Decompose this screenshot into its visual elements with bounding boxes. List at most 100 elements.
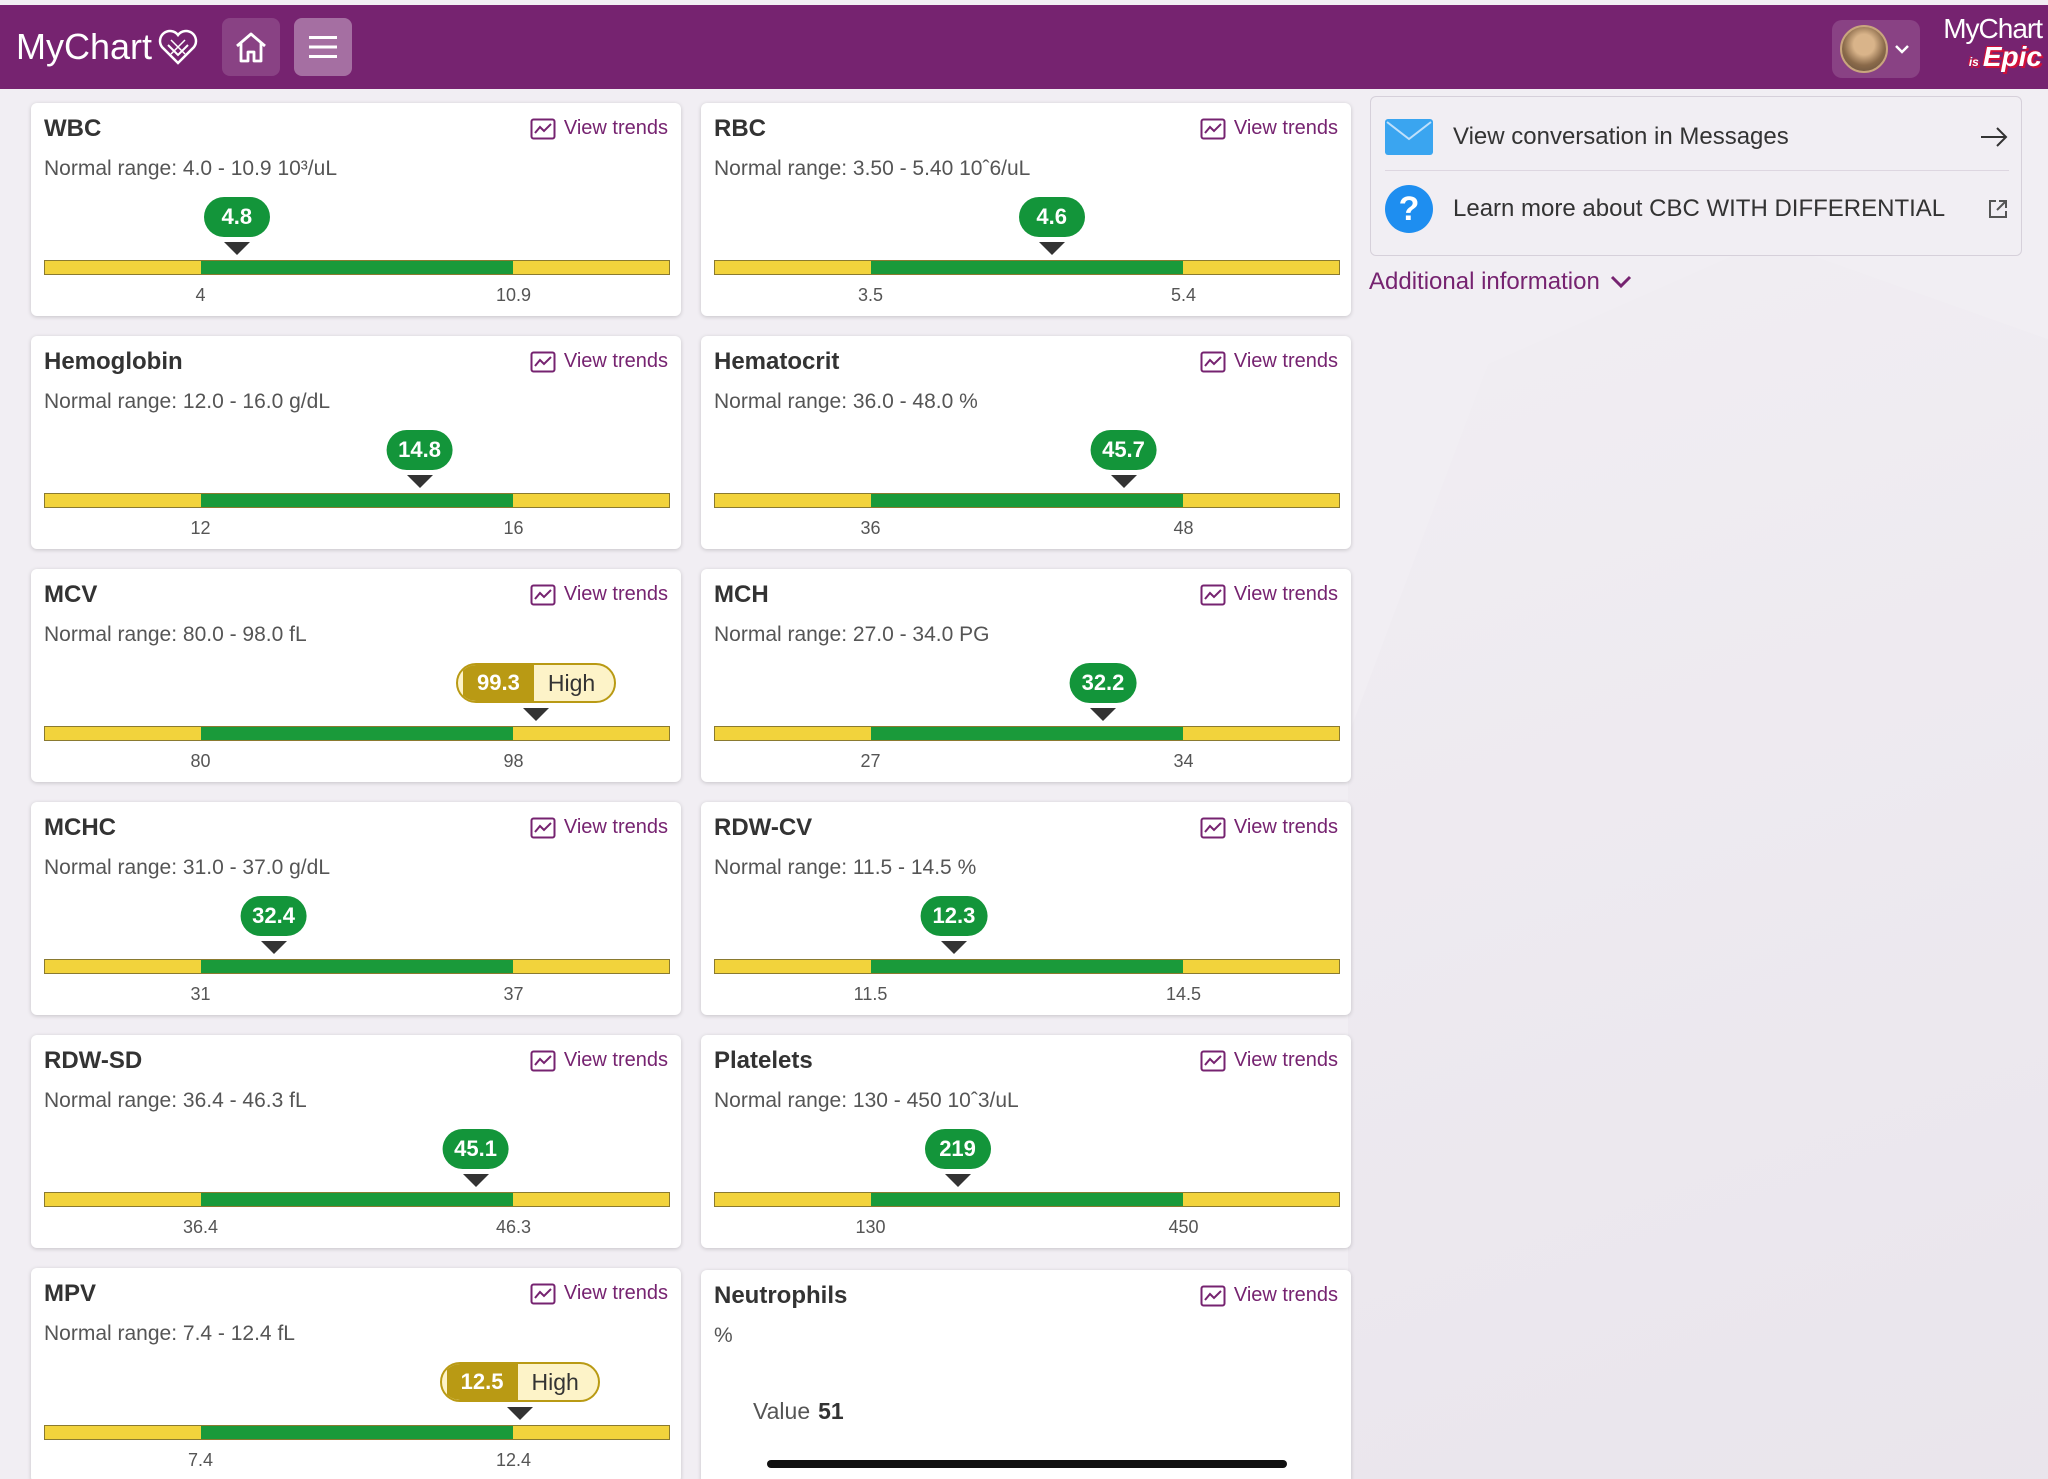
additional-information-toggle[interactable]: Additional information [1369, 268, 1632, 296]
menu-button[interactable] [294, 18, 352, 76]
learn-more-link[interactable]: ? Learn more about CBC WITH DIFFERENTIAL [1385, 175, 2009, 243]
view-trends-link[interactable]: View trends [530, 350, 668, 373]
result-title: RDW-SD [44, 1047, 143, 1074]
value-number: 51 [818, 1398, 844, 1424]
view-trends-link[interactable]: View trends [530, 1282, 668, 1305]
chevron-down-icon [1895, 45, 1909, 54]
epic-logo-line1: MyChart [1943, 13, 2043, 44]
epic-logo-is: is [1968, 55, 1979, 69]
trend-chart-icon [1200, 1285, 1226, 1306]
range-bar-low-segment [715, 261, 871, 274]
abnormal-flag: High [531, 1368, 579, 1395]
learn-more-label: Learn more about CBC WITH DIFFERENTIAL [1453, 195, 1946, 222]
normal-range: Normal range: 7.4 - 12.4 fL [44, 1322, 295, 1345]
normal-range: Normal range: 12.0 - 16.0 g/dL [44, 390, 331, 413]
value-marker-arrow [462, 1174, 489, 1187]
result-card-mchc: MCHC View trends Normal range: 31.0 - 37… [31, 802, 681, 1015]
trend-chart-icon [530, 1050, 556, 1071]
view-trends-link[interactable]: View trends [1200, 350, 1338, 373]
account-menu-button[interactable] [1832, 20, 1920, 78]
range-bar-high-segment [1183, 1193, 1339, 1206]
normal-range: Normal range: 3.50 - 5.40 10ˆ6/uL [714, 157, 1031, 180]
result-value-line: Value 51 [753, 1398, 844, 1425]
range-high-tick: 46.3 [495, 1217, 532, 1237]
view-trends-link[interactable]: View trends [530, 1049, 668, 1072]
range-bar-low-segment [45, 727, 201, 740]
home-button[interactable] [222, 18, 280, 76]
result-value-pill: 45.1 [442, 1129, 509, 1169]
range-bar-high-segment [1183, 494, 1339, 507]
range-bar [44, 260, 670, 275]
view-trends-label: View trends [563, 583, 668, 605]
background-decoration [1348, 240, 2048, 1479]
range-high-tick: 5.4 [1170, 285, 1197, 305]
range-bar-high-segment [1183, 727, 1339, 740]
value-marker-arrow [506, 1407, 533, 1420]
range-low-tick: 4 [195, 285, 206, 305]
range-bar [44, 493, 670, 508]
result-value-pill-abnormal: 99.3 High [456, 663, 617, 703]
range-bar-normal-segment [201, 727, 513, 740]
range-bar-low-segment [715, 494, 871, 507]
range-bar-high-segment [513, 261, 669, 274]
result-unit: % [714, 1324, 733, 1347]
view-trends-label: View trends [563, 1282, 668, 1304]
range-high-tick: 14.5 [1165, 984, 1202, 1004]
arrow-right-icon [1981, 126, 2008, 147]
view-trends-link[interactable]: View trends [1200, 1284, 1338, 1307]
result-card-rdw-sd: RDW-SD View trends Normal range: 36.4 - … [31, 1035, 681, 1248]
range-bar [714, 493, 1340, 508]
view-trends-label: View trends [1233, 1284, 1338, 1306]
normal-range: Normal range: 36.4 - 46.3 fL [44, 1089, 307, 1112]
normal-range: Normal range: 31.0 - 37.0 g/dL [44, 856, 331, 879]
value-marker-arrow [940, 941, 967, 954]
result-title: WBC [44, 115, 102, 142]
range-bar-normal-segment [871, 494, 1183, 507]
mychart-logo[interactable]: MyChart [16, 25, 200, 69]
normal-range: Normal range: 27.0 - 34.0 PG [714, 623, 990, 646]
trend-chart-icon [530, 817, 556, 838]
chevron-down-icon [1610, 275, 1631, 289]
normal-range: Normal range: 11.5 - 14.5 % [714, 856, 977, 879]
result-title: MCV [44, 581, 98, 608]
abnormal-flag: High [547, 669, 596, 696]
range-bar-low-segment [45, 261, 201, 274]
view-trends-link[interactable]: View trends [1200, 816, 1338, 839]
value-marker-arrow [1038, 242, 1065, 255]
range-high-tick: 48 [1173, 518, 1194, 538]
result-value-pill: 219 [924, 1129, 991, 1169]
range-high-tick: 12.4 [495, 1450, 532, 1470]
result-title: RBC [714, 115, 766, 142]
trend-chart-icon [1200, 118, 1226, 139]
result-title: MCH [714, 581, 769, 608]
range-bar-normal-segment [871, 261, 1183, 274]
view-trends-label: View trends [1233, 117, 1338, 139]
range-high-tick: 98 [503, 751, 524, 771]
view-trends-link[interactable]: View trends [1200, 583, 1338, 606]
range-bar [714, 1192, 1340, 1207]
normal-range: Normal range: 36.0 - 48.0 % [714, 390, 978, 413]
messages-label: View conversation in Messages [1453, 122, 1789, 150]
result-card-mpv: MPV View trends Normal range: 7.4 - 12.4… [31, 1268, 681, 1479]
view-trends-link[interactable]: View trends [530, 583, 668, 606]
result-title: RDW-CV [714, 814, 813, 841]
range-bar [714, 959, 1340, 974]
result-value-pill: 32.2 [1069, 663, 1137, 703]
range-bar-high-segment [1183, 960, 1339, 973]
result-card-hemoglobin: Hemoglobin View trends Normal range: 12.… [31, 336, 681, 549]
view-trends-label: View trends [563, 1049, 668, 1071]
view-trends-link[interactable]: View trends [1200, 1049, 1338, 1072]
range-bar-high-segment [513, 1193, 669, 1206]
trend-chart-icon [1200, 351, 1226, 372]
result-card-platelets: Platelets View trends Normal range: 130 … [701, 1035, 1351, 1248]
result-card-wbc: WBC View trends Normal range: 4.0 - 10.9… [31, 103, 681, 316]
view-trends-link[interactable]: View trends [530, 117, 668, 140]
range-bar-normal-segment [201, 261, 513, 274]
view-messages-link[interactable]: View conversation in Messages [1385, 103, 2009, 171]
trend-chart-icon [1200, 584, 1226, 605]
view-trends-link[interactable]: View trends [1200, 117, 1338, 140]
hamburger-menu-icon [309, 36, 337, 58]
view-trends-link[interactable]: View trends [530, 816, 668, 839]
range-bar-normal-segment [871, 1193, 1183, 1206]
epic-logo-line2: Epic [1982, 41, 2042, 72]
